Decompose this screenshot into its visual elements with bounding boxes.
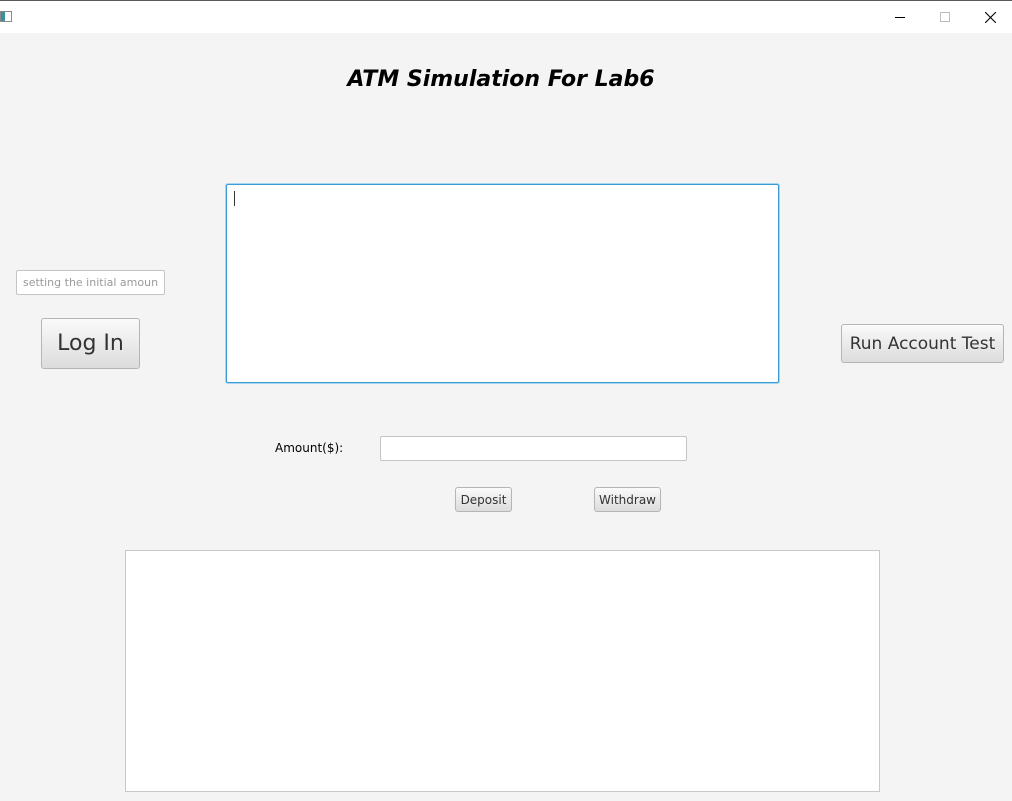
close-button[interactable] bbox=[967, 1, 1012, 33]
login-button[interactable]: Log In bbox=[41, 318, 140, 369]
log-textarea[interactable] bbox=[125, 550, 880, 792]
display-textarea[interactable] bbox=[226, 184, 779, 383]
app-icon bbox=[0, 11, 12, 22]
page-title: ATM Simulation For Lab6 bbox=[347, 67, 655, 92]
amount-input[interactable] bbox=[380, 436, 687, 461]
initial-amount-input[interactable] bbox=[16, 270, 165, 295]
app-window: ATM Simulation For Lab6 Log In Run Accou… bbox=[0, 0, 1012, 801]
withdraw-button[interactable]: Withdraw bbox=[594, 487, 661, 512]
maximize-icon bbox=[940, 12, 950, 22]
title-bar[interactable] bbox=[0, 1, 1012, 33]
minimize-button[interactable] bbox=[877, 1, 923, 33]
amount-label: Amount($): bbox=[275, 441, 344, 455]
minimize-icon bbox=[895, 17, 905, 18]
close-icon bbox=[984, 11, 996, 23]
text-caret bbox=[234, 191, 235, 206]
run-account-test-button[interactable]: Run Account Test bbox=[841, 324, 1004, 363]
maximize-button[interactable] bbox=[922, 1, 968, 33]
deposit-button[interactable]: Deposit bbox=[455, 487, 512, 512]
